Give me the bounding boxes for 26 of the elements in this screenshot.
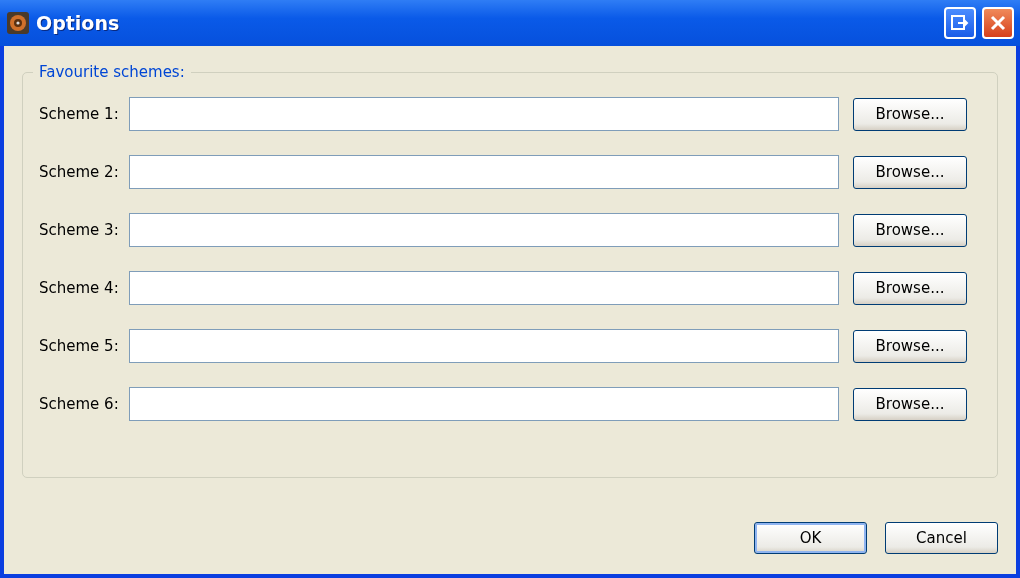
field-label: Scheme 2: — [39, 161, 120, 183]
browse-button[interactable]: Browse... — [853, 387, 967, 421]
field-label: Scheme 6: — [39, 393, 120, 415]
path-field[interactable] — [129, 97, 839, 131]
browse-button[interactable]: Browse... — [853, 271, 967, 305]
window-arrow-icon — [951, 15, 969, 31]
path-field[interactable] — [129, 155, 839, 189]
path-field[interactable] — [129, 329, 839, 363]
dialog-button[interactable]: OK — [754, 522, 867, 554]
close-icon — [990, 15, 1006, 31]
field-label: Scheme 3: — [39, 219, 120, 241]
dialog-button[interactable]: Cancel — [885, 522, 998, 554]
browse-button[interactable]: Browse... — [853, 213, 967, 247]
browse-button[interactable]: Browse... — [853, 155, 967, 189]
field-label: Scheme 1: — [39, 103, 120, 125]
field-label: Scheme 5: — [39, 335, 120, 357]
path-field[interactable] — [129, 213, 839, 247]
path-field[interactable] — [129, 387, 839, 421]
field-label: Scheme 4: — [39, 277, 120, 299]
speaker-icon — [6, 11, 30, 35]
close-button[interactable] — [982, 7, 1014, 39]
path-field[interactable] — [129, 271, 839, 305]
browse-button[interactable]: Browse... — [853, 329, 967, 363]
restore-button[interactable] — [944, 7, 976, 39]
window-title: Options — [36, 10, 121, 36]
browse-button[interactable]: Browse... — [853, 97, 967, 131]
